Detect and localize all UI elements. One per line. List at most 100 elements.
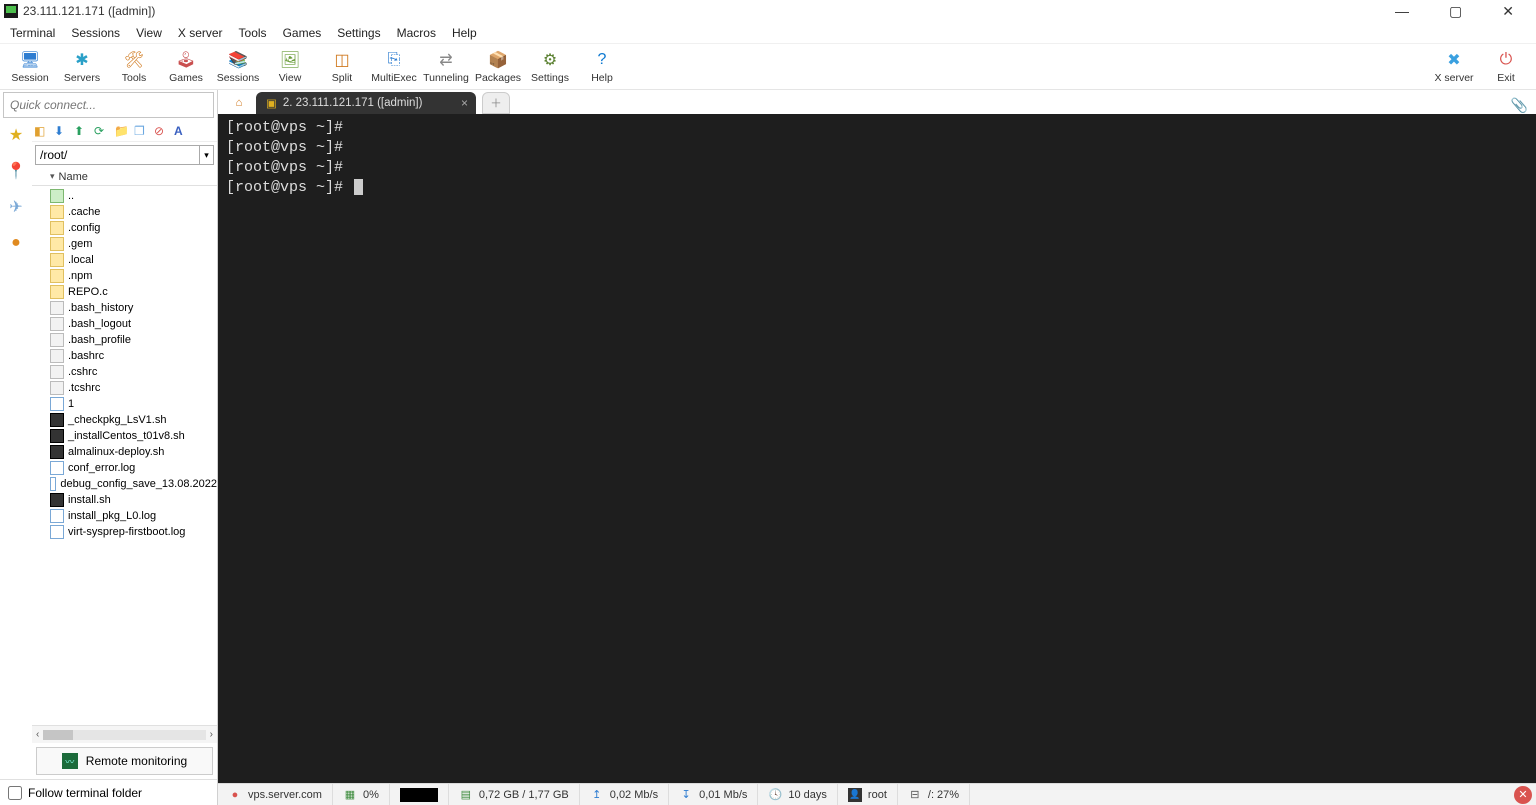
fb-btn-1[interactable]: ◧ xyxy=(34,124,48,138)
send-tab-icon[interactable]: ✈ xyxy=(5,196,27,218)
new-folder-icon[interactable]: 📁 xyxy=(114,124,128,138)
follow-terminal-checkbox[interactable] xyxy=(8,786,22,800)
home-tab[interactable]: ⌂ xyxy=(222,92,256,114)
side-tabs: ★ 📍 ✈ ● xyxy=(0,120,32,779)
menu-games[interactable]: Games xyxy=(275,24,330,42)
minimize-button[interactable]: — xyxy=(1385,3,1419,20)
menu-settings[interactable]: Settings xyxy=(329,24,388,42)
pin-tab-icon[interactable]: 📍 xyxy=(5,160,27,182)
file-row[interactable]: virt-sysprep-firstboot.log xyxy=(32,524,217,540)
menu-sessions[interactable]: Sessions xyxy=(63,24,128,42)
toolbar-split[interactable]: ◫Split xyxy=(316,45,368,89)
path-input[interactable] xyxy=(35,145,200,165)
file-row[interactable]: debug_config_save_13.08.2022 xyxy=(32,476,217,492)
toolbar-games[interactable]: 🕹Games xyxy=(160,45,212,89)
file-row[interactable]: .tcshrc xyxy=(32,380,217,396)
toolbar-sessions[interactable]: 📚Sessions xyxy=(212,45,264,89)
file-row[interactable]: almalinux-deploy.sh xyxy=(32,444,217,460)
file-row[interactable]: .config xyxy=(32,220,217,236)
menu-help[interactable]: Help xyxy=(444,24,485,42)
file-row[interactable]: .npm xyxy=(32,268,217,284)
split-icon: ◫ xyxy=(331,49,353,71)
menu-x-server[interactable]: X server xyxy=(170,24,231,42)
doc-icon xyxy=(50,477,56,491)
menu-terminal[interactable]: Terminal xyxy=(2,24,63,42)
status-close-button[interactable]: ✕ xyxy=(1514,786,1532,804)
file-list-header[interactable]: ▾ Name xyxy=(32,168,217,186)
file-name: .bash_profile xyxy=(68,334,131,346)
tab-close-icon[interactable]: × xyxy=(461,96,468,110)
sh-icon xyxy=(50,493,64,507)
close-button[interactable]: ✕ xyxy=(1492,3,1524,20)
toolbar-label: Session xyxy=(11,72,48,84)
toolbar-exit[interactable]: ⏻Exit xyxy=(1480,45,1532,89)
collapse-icon[interactable]: ▾ xyxy=(50,171,55,182)
toolbar-tunneling[interactable]: ⇄Tunneling xyxy=(420,45,472,89)
toolbar-view[interactable]: 🖼View xyxy=(264,45,316,89)
toolbar-settings[interactable]: ⚙Settings xyxy=(524,45,576,89)
copy-icon[interactable]: ❐ xyxy=(134,124,148,138)
terminal-line: [root@vps ~]# xyxy=(226,138,1528,158)
file-row[interactable]: 1 xyxy=(32,396,217,412)
view-icon: 🖼 xyxy=(279,49,301,71)
file-icon xyxy=(50,333,64,347)
file-row[interactable]: .bashrc xyxy=(32,348,217,364)
file-list[interactable]: ...cache.config.gem.local.npmREPO.c.bash… xyxy=(32,186,217,725)
toolbar-label: Sessions xyxy=(217,72,260,84)
file-row[interactable]: .bash_history xyxy=(32,300,217,316)
toolbar-multiexec[interactable]: ⎘MultiExec xyxy=(368,45,420,89)
file-icon xyxy=(50,301,64,315)
file-row[interactable]: REPO.c xyxy=(32,284,217,300)
toolbar-x-server[interactable]: ✖X server xyxy=(1428,45,1480,89)
up-icon: ↥ xyxy=(590,788,604,802)
maximize-button[interactable]: ▢ xyxy=(1439,3,1472,20)
delete-icon[interactable]: ⊘ xyxy=(154,124,168,138)
globe-tab-icon[interactable]: ● xyxy=(5,232,27,254)
toolbar-help[interactable]: ?Help xyxy=(576,45,628,89)
file-row[interactable]: .gem xyxy=(32,236,217,252)
attach-icon[interactable]: 📎 xyxy=(1511,97,1528,114)
file-list-hscroll[interactable]: ‹ › xyxy=(32,725,217,743)
file-name: conf_error.log xyxy=(68,462,135,474)
file-row[interactable]: .cache xyxy=(32,204,217,220)
refresh-icon[interactable]: ⟳ xyxy=(94,124,108,138)
menu-view[interactable]: View xyxy=(128,24,170,42)
file-row[interactable]: .bash_profile xyxy=(32,332,217,348)
quick-connect-input[interactable]: Quick connect... xyxy=(3,92,214,118)
user-icon: 👤 xyxy=(848,788,862,802)
download-icon[interactable]: ⬇ xyxy=(54,124,68,138)
terminal-view[interactable]: [root@vps ~]# [root@vps ~]# [root@vps ~]… xyxy=(218,114,1536,783)
edit-icon[interactable]: A xyxy=(174,124,188,138)
toolbar-servers[interactable]: ✱Servers xyxy=(56,45,108,89)
menu-macros[interactable]: Macros xyxy=(389,24,444,42)
toolbar-packages[interactable]: 📦Packages xyxy=(472,45,524,89)
file-row[interactable]: _installCentos_t01v8.sh xyxy=(32,428,217,444)
scroll-left-icon[interactable]: ‹ xyxy=(36,729,39,740)
remote-monitoring-button[interactable]: 〰 Remote monitoring xyxy=(36,747,213,775)
file-row[interactable]: .cshrc xyxy=(32,364,217,380)
file-row[interactable]: .local xyxy=(32,252,217,268)
doc-icon xyxy=(50,509,64,523)
file-row[interactable]: _checkpkg_LsV1.sh xyxy=(32,412,217,428)
file-name: almalinux-deploy.sh xyxy=(68,446,164,458)
status-up: ↥ 0,02 Mb/s xyxy=(580,784,669,805)
file-row[interactable]: conf_error.log xyxy=(32,460,217,476)
menu-tools[interactable]: Tools xyxy=(231,24,275,42)
star-tab-icon[interactable]: ★ xyxy=(5,124,27,146)
file-row[interactable]: .bash_logout xyxy=(32,316,217,332)
settings-icon: ⚙ xyxy=(539,49,561,71)
toolbar-tools[interactable]: 🛠Tools xyxy=(108,45,160,89)
new-tab-button[interactable]: ＋ xyxy=(482,92,510,114)
file-name: virt-sysprep-firstboot.log xyxy=(68,526,185,538)
file-row[interactable]: install.sh xyxy=(32,492,217,508)
help-icon: ? xyxy=(591,49,613,71)
file-name: .config xyxy=(68,222,100,234)
toolbar-label: Tools xyxy=(122,72,147,84)
path-dropdown[interactable]: ▾ xyxy=(200,145,214,165)
file-row[interactable]: install_pkg_L0.log xyxy=(32,508,217,524)
toolbar-session[interactable]: 🖥Session xyxy=(4,45,56,89)
terminal-tab[interactable]: ▣ 2. 23.111.121.171 ([admin]) × xyxy=(256,92,476,114)
file-row[interactable]: .. xyxy=(32,188,217,204)
upload-icon[interactable]: ⬆ xyxy=(74,124,88,138)
scroll-right-icon[interactable]: › xyxy=(210,729,213,740)
